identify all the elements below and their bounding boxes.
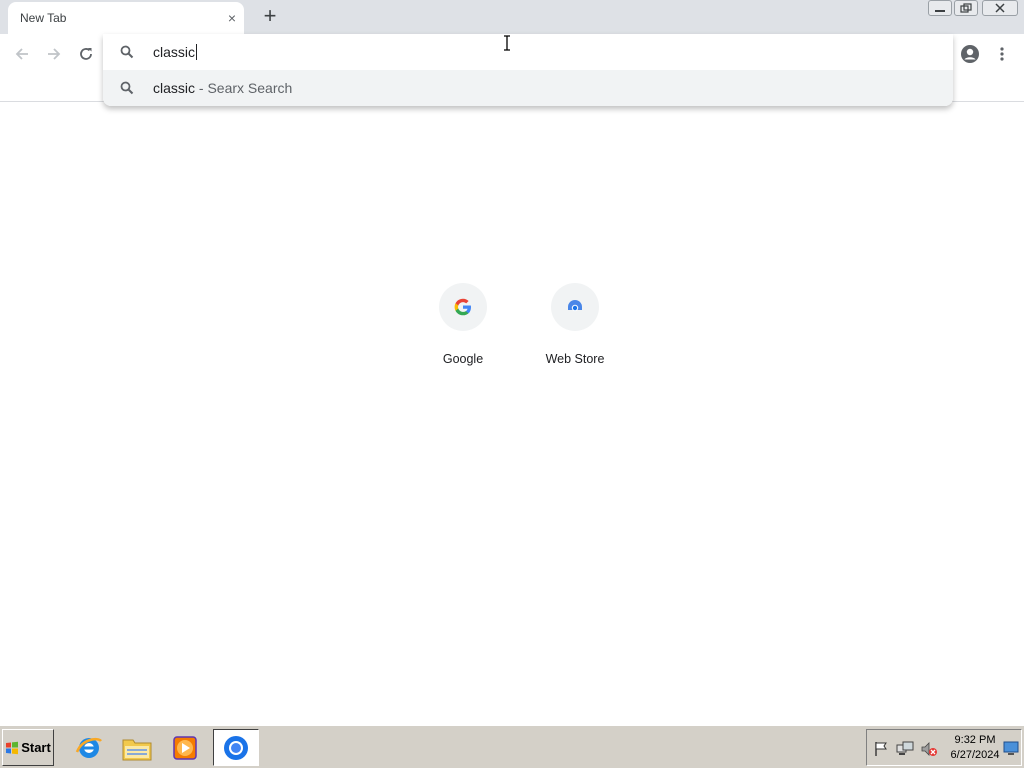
kebab-menu-icon[interactable] <box>990 42 1014 66</box>
google-g-icon <box>439 283 487 331</box>
clock-time: 9:32 PM <box>954 734 996 746</box>
new-tab-button[interactable]: + <box>258 5 282 29</box>
suggestion-query: classic <box>153 80 196 96</box>
suggestion-separator: - <box>195 80 208 96</box>
minimize-icon[interactable] <box>928 0 952 16</box>
start-label: Start <box>21 740 51 755</box>
arrow-left-icon[interactable] <box>10 42 34 66</box>
restore-icon[interactable] <box>954 0 978 16</box>
reload-icon[interactable] <box>74 42 98 66</box>
text-caret <box>196 44 198 60</box>
file-explorer-icon[interactable] <box>114 729 160 766</box>
tab-strip: New Tab × + <box>0 0 1024 34</box>
media-player-icon[interactable] <box>162 729 208 766</box>
suggestion-text: classic - Searx Search <box>153 80 292 96</box>
network-icon[interactable] <box>896 740 914 758</box>
taskbar: Start 9:32 PM 6/27/2024 <box>0 725 1024 768</box>
omnibox-input[interactable]: classic <box>153 44 198 60</box>
clock-date: 6/27/2024 <box>950 749 1000 761</box>
shortcut-web-store[interactable]: Web Store <box>519 283 631 379</box>
start-button[interactable]: Start <box>2 729 54 766</box>
windows-logo-icon <box>6 741 19 754</box>
close-icon[interactable] <box>982 0 1018 16</box>
account-circle-icon[interactable] <box>958 42 982 66</box>
omnibox-input-value: classic <box>153 44 196 60</box>
suggestion-engine: Searx Search <box>207 80 293 96</box>
omnibox-suggestion[interactable]: classic - Searx Search <box>103 70 953 106</box>
omnibox[interactable]: classic classic - Searx Search <box>103 34 953 106</box>
shortcut-label: Google <box>442 352 484 366</box>
show-desktop-icon[interactable] <box>1003 740 1021 758</box>
tab-new-tab[interactable]: New Tab × <box>8 2 244 34</box>
tab-close-icon[interactable]: × <box>224 10 240 26</box>
volume-muted-icon[interactable] <box>920 740 938 758</box>
omnibox-input-row[interactable]: classic <box>103 34 953 70</box>
action-center-flag-icon[interactable] <box>872 740 890 758</box>
text-cursor-icon <box>504 35 510 51</box>
shortcut-google[interactable]: Google <box>407 283 519 379</box>
chrome-icon[interactable] <box>213 729 259 766</box>
system-tray: 9:32 PM 6/27/2024 <box>866 729 1022 766</box>
search-icon <box>119 44 135 60</box>
internet-explorer-icon[interactable] <box>66 729 112 766</box>
shortcut-label: Web Store <box>545 352 605 366</box>
web-store-icon <box>551 283 599 331</box>
search-icon <box>119 80 135 96</box>
arrow-right-icon[interactable] <box>42 42 66 66</box>
tab-title: New Tab <box>20 11 67 25</box>
clock[interactable]: 9:32 PM 6/27/2024 <box>947 733 1003 763</box>
